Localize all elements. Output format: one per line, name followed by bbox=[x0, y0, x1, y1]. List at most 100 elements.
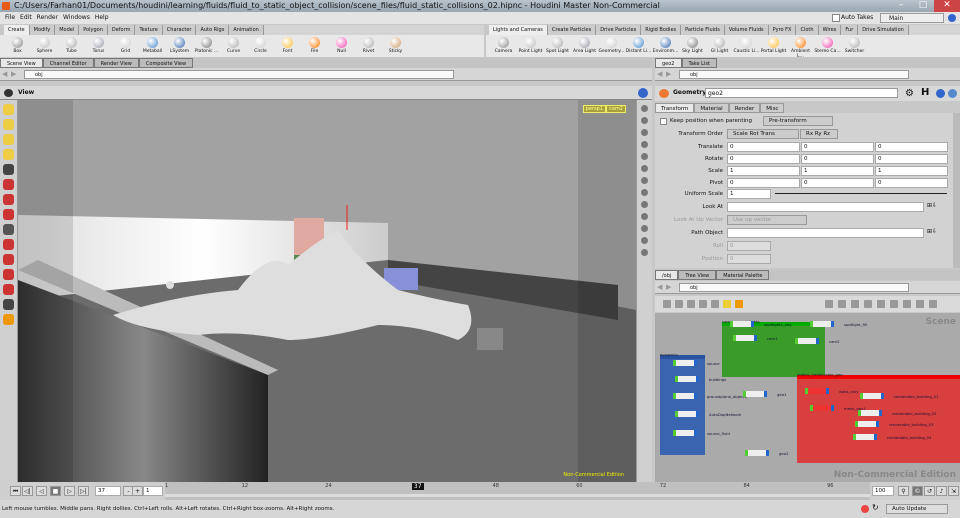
forward-icon[interactable]: ▶ bbox=[666, 283, 671, 291]
current-frame-marker[interactable]: 37 bbox=[411, 483, 424, 490]
desktop-select[interactable]: Main bbox=[880, 13, 944, 23]
shelf-tab-7[interactable]: Cloth bbox=[796, 25, 819, 35]
network-tool-icon[interactable] bbox=[663, 300, 671, 308]
pivot-field-z[interactable]: 0 bbox=[875, 178, 948, 188]
shelf-tool-sticky[interactable]: Sticky bbox=[382, 35, 409, 57]
pane-tab-0[interactable]: /obj bbox=[655, 270, 679, 280]
shelf-tool-stereoca[interactable]: Stereo Ca... bbox=[814, 35, 841, 57]
help-icon[interactable] bbox=[638, 88, 648, 98]
pane-tab-0[interactable]: Scene View bbox=[0, 58, 43, 68]
help-icon[interactable] bbox=[948, 14, 956, 22]
node-name-field[interactable]: geo2 bbox=[705, 88, 898, 98]
shelf-tool-pointlight[interactable]: Point Light bbox=[517, 35, 544, 57]
shelf-tool-environm[interactable]: Environm... bbox=[652, 35, 679, 57]
light-icon[interactable] bbox=[3, 314, 14, 325]
camera-menu-persp[interactable]: persp1 bbox=[582, 105, 606, 113]
template-icon[interactable] bbox=[641, 201, 648, 208]
maximize-button[interactable]: □ bbox=[912, 0, 934, 12]
shelf-tab-3[interactable]: Rigid Bodies bbox=[641, 25, 682, 35]
network-node[interactable] bbox=[733, 335, 757, 341]
shelf-tool-switcher[interactable]: Switcher bbox=[841, 35, 868, 57]
display-icon[interactable] bbox=[3, 299, 14, 310]
network-node[interactable] bbox=[795, 338, 819, 344]
shelf-tool-font[interactable]: Font bbox=[274, 35, 301, 57]
current-frame-field[interactable]: 37 bbox=[95, 486, 121, 496]
path-object-field[interactable] bbox=[727, 228, 924, 238]
snap-icon[interactable] bbox=[3, 239, 14, 250]
shelf-tab-6[interactable]: Pyro FX bbox=[768, 25, 797, 35]
network-tool-icon[interactable] bbox=[903, 300, 911, 308]
network-tool-icon[interactable] bbox=[687, 300, 695, 308]
look-up-select[interactable]: Use up vector bbox=[727, 215, 807, 225]
scale-field-x[interactable]: 1 bbox=[727, 166, 800, 176]
network-node[interactable] bbox=[853, 434, 877, 440]
pivot-field-x[interactable]: 0 bbox=[727, 178, 800, 188]
shelf-tool-circle[interactable]: Circle bbox=[247, 35, 274, 57]
scene-viewport[interactable]: persp1 cam2 Non-Commercial Edition bbox=[18, 100, 636, 482]
network-tool-icon[interactable] bbox=[877, 300, 885, 308]
shelf-tool-platonic[interactable]: Platonic ... bbox=[193, 35, 220, 57]
network-node[interactable] bbox=[673, 360, 697, 366]
parm-tab-0[interactable]: Transform bbox=[655, 103, 695, 113]
shelf-tab-9[interactable]: Fur bbox=[841, 25, 859, 35]
network-tool-icon[interactable] bbox=[916, 300, 924, 308]
network-tool-icon[interactable] bbox=[723, 300, 731, 308]
translate-field-x[interactable]: 0 bbox=[727, 142, 800, 152]
network-tool-icon[interactable] bbox=[929, 300, 937, 308]
shelf-tool-torus[interactable]: Torus bbox=[85, 35, 112, 57]
translate-field-y[interactable]: 0 bbox=[801, 142, 874, 152]
pane-tab-2[interactable]: Material Palette bbox=[716, 270, 770, 280]
shelf-tab-5[interactable]: Texture bbox=[135, 25, 163, 35]
shelf-tab-3[interactable]: Polygon bbox=[79, 25, 108, 35]
menu-edit[interactable]: Edit bbox=[20, 14, 32, 21]
network-node[interactable] bbox=[805, 388, 829, 394]
frame-increment-button[interactable]: + bbox=[132, 486, 143, 496]
shelf-tab-6[interactable]: Character bbox=[162, 25, 197, 35]
network-editor[interactable]: Scene cameras_and_lights dynamics static… bbox=[655, 313, 960, 482]
view-menu-icon[interactable] bbox=[4, 89, 13, 97]
node-chooser-icon[interactable]: ⊞⇩ bbox=[927, 228, 937, 235]
stop-button[interactable]: ■ bbox=[50, 486, 61, 496]
step-back-button[interactable]: ◁| bbox=[22, 486, 33, 496]
network-node[interactable] bbox=[730, 321, 754, 327]
network-node[interactable] bbox=[810, 405, 834, 411]
prim-numbers-icon[interactable] bbox=[641, 189, 648, 196]
menu-file[interactable]: File bbox=[5, 14, 15, 21]
update-icon[interactable]: ↻ bbox=[872, 502, 879, 514]
rotate-icon[interactable] bbox=[3, 194, 14, 205]
network-node[interactable] bbox=[675, 376, 699, 382]
network-node[interactable] bbox=[745, 450, 769, 456]
shelf-tool-file[interactable]: File bbox=[301, 35, 328, 57]
range-icon[interactable]: ⇲ bbox=[948, 486, 959, 496]
snap-point-icon[interactable] bbox=[3, 284, 14, 295]
shelf-tool-curve[interactable]: Curve bbox=[220, 35, 247, 57]
help-icon[interactable] bbox=[948, 89, 957, 98]
position-field[interactable]: 0 bbox=[727, 254, 771, 264]
shelf-tool-arealight[interactable]: Area Light bbox=[571, 35, 598, 57]
network-tool-icon[interactable] bbox=[838, 300, 846, 308]
network-tool-icon[interactable] bbox=[864, 300, 872, 308]
step-field[interactable]: 1 bbox=[143, 486, 163, 496]
camera-icon[interactable] bbox=[641, 153, 648, 160]
houdini-help-icon[interactable]: H bbox=[921, 87, 929, 98]
scale-field-z[interactable]: 1 bbox=[875, 166, 948, 176]
shelf-tool-camera[interactable]: Camera bbox=[490, 35, 517, 57]
info-icon[interactable] bbox=[936, 89, 945, 98]
back-icon[interactable]: ◀ bbox=[657, 70, 662, 78]
network-node[interactable] bbox=[858, 410, 882, 416]
rotate-order-select[interactable]: Rx Ry Rz bbox=[800, 129, 838, 139]
auto-takes-checkbox[interactable] bbox=[832, 14, 840, 22]
uniform-scale-slider[interactable] bbox=[775, 193, 947, 194]
wireframe-icon[interactable] bbox=[641, 213, 648, 220]
parm-tab-3[interactable]: Misc bbox=[760, 103, 785, 113]
select-icon[interactable] bbox=[3, 104, 14, 115]
transform-order-select[interactable]: Scale Rot Trans bbox=[727, 129, 799, 139]
network-tool-icon[interactable] bbox=[851, 300, 859, 308]
play-reverse-button[interactable]: ◁ bbox=[36, 486, 47, 496]
snap-grid-icon[interactable] bbox=[3, 254, 14, 265]
shelf-tab-10[interactable]: Drive Simulation bbox=[858, 25, 909, 35]
back-icon[interactable]: ◀ bbox=[657, 283, 662, 291]
shelf-tool-gilight[interactable]: GI Light bbox=[706, 35, 733, 57]
network-node[interactable] bbox=[810, 321, 834, 327]
network-tool-icon[interactable] bbox=[711, 300, 719, 308]
